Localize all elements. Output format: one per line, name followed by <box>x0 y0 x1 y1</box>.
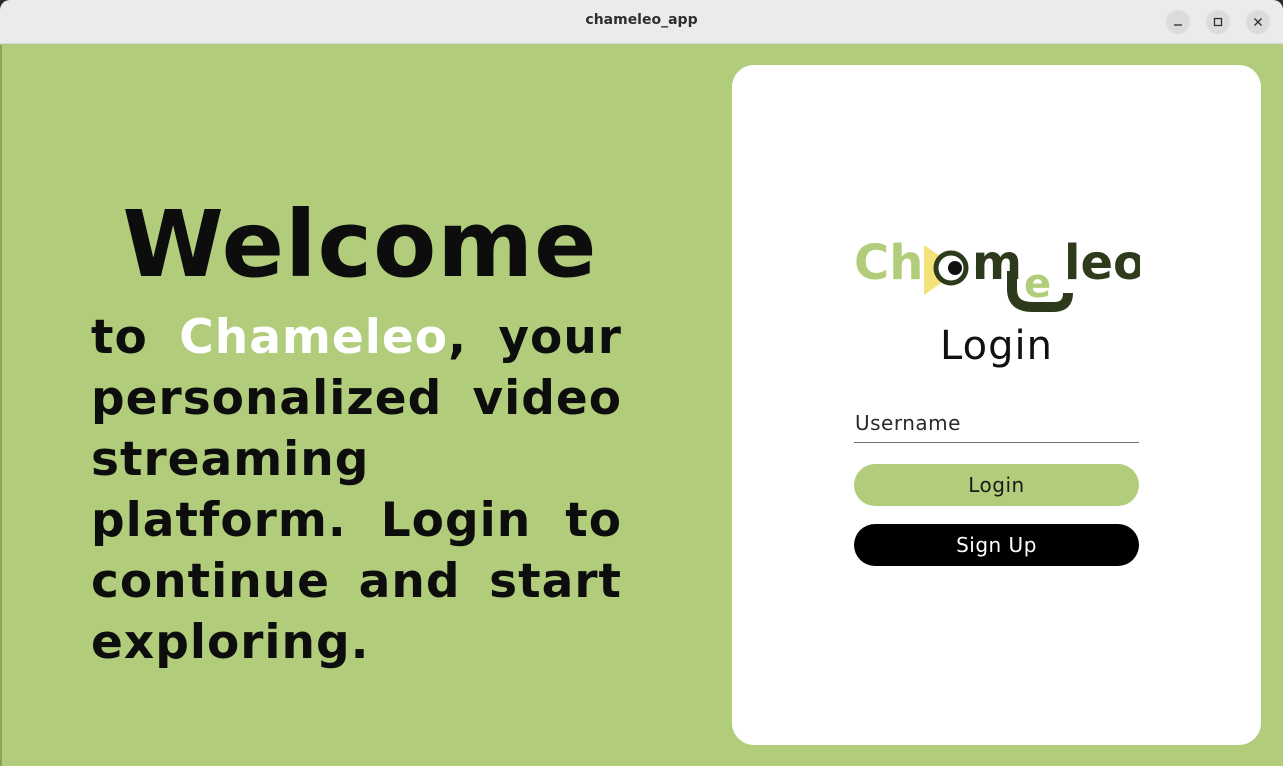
maximize-button[interactable] <box>1206 10 1230 34</box>
login-card: Ch m e leo Login Login Sign Up <box>732 65 1261 745</box>
close-button[interactable] <box>1246 10 1270 34</box>
brand-name: Chameleo <box>179 310 449 365</box>
close-icon <box>1254 18 1262 26</box>
minimize-button[interactable] <box>1166 10 1190 34</box>
app-window: chameleo_app Welcome to Chameleo, your p… <box>0 0 1283 766</box>
logo-letters-ch: Ch <box>854 237 923 291</box>
welcome-message: to Chameleo, your personalized video str… <box>91 307 622 673</box>
window-title: chameleo_app <box>585 12 698 28</box>
logo-letter-e: e <box>1024 261 1051 307</box>
signup-button[interactable]: Sign Up <box>854 524 1139 566</box>
main-content: Welcome to Chameleo, your personalized v… <box>0 45 1283 766</box>
maximize-icon <box>1213 17 1223 27</box>
title-bar[interactable]: chameleo_app <box>0 0 1283 44</box>
welcome-heading: Welcome <box>122 191 598 298</box>
login-heading: Login <box>940 323 1053 369</box>
username-input[interactable] <box>854 395 1139 443</box>
welcome-text-prefix: to <box>91 310 180 365</box>
logo-letters-leo: leo <box>1064 237 1140 291</box>
login-button[interactable]: Login <box>854 464 1139 506</box>
minimize-icon <box>1174 24 1182 26</box>
eye-pupil-icon <box>948 261 962 275</box>
chameleo-logo: Ch m e leo <box>854 237 1140 312</box>
